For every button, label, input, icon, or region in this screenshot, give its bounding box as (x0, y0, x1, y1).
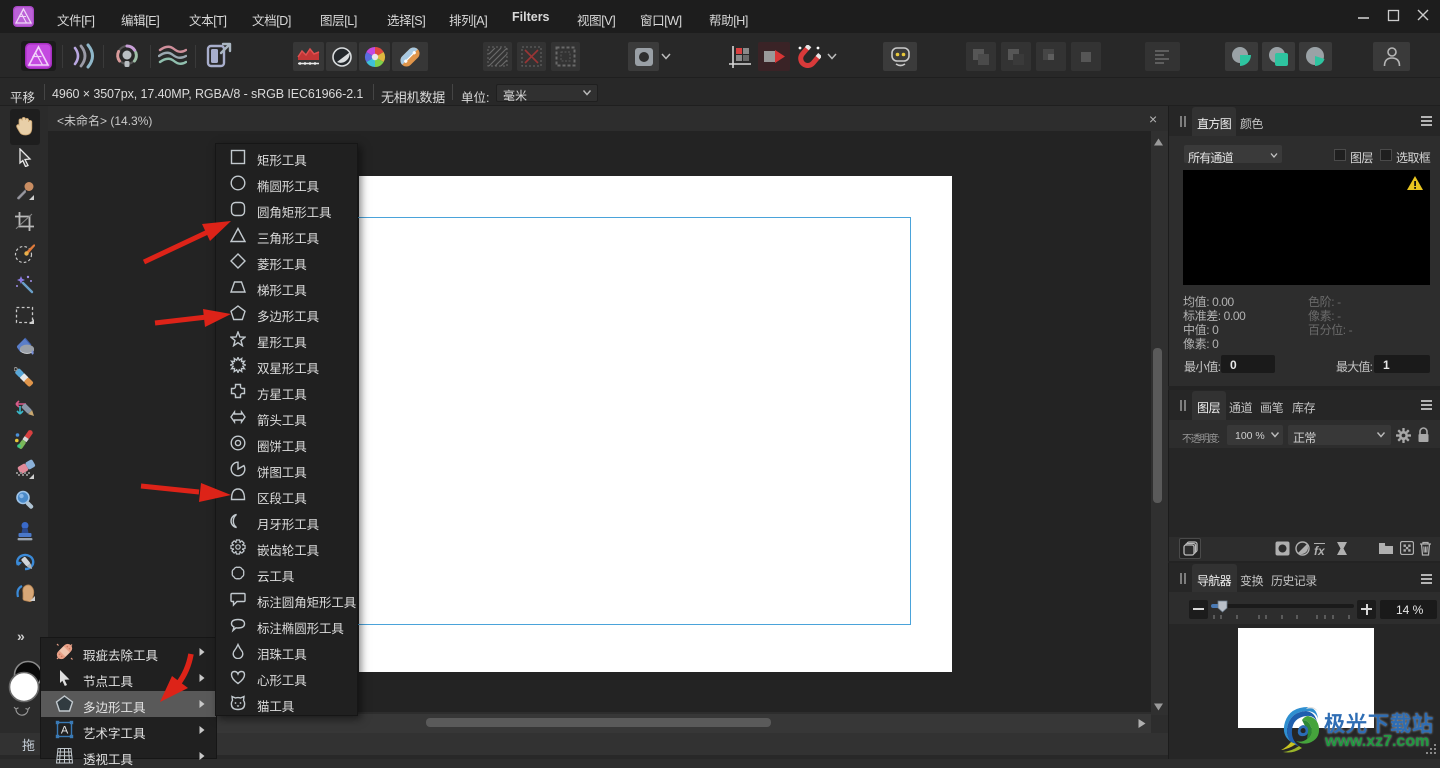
svg-text:A: A (61, 725, 69, 737)
